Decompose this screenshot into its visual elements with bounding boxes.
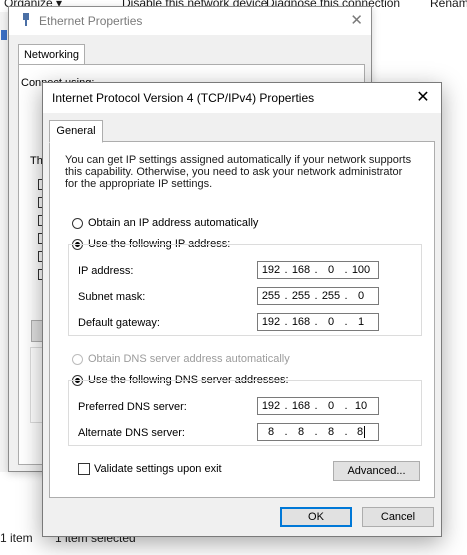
dialog-titlebar: Internet Protocol Version 4 (TCP/IPv4) P… bbox=[43, 83, 441, 113]
close-icon[interactable]: ✕ bbox=[412, 87, 434, 107]
octet: 8 bbox=[267, 426, 275, 438]
advanced-button[interactable]: Advanced... bbox=[333, 461, 420, 481]
dialog-title: Internet Protocol Version 4 (TCP/IPv4) P… bbox=[52, 91, 315, 105]
octet: 8 bbox=[327, 426, 335, 438]
close-icon[interactable]: ✕ bbox=[350, 11, 363, 29]
ip-settings-group: IP address: 192. 168. 0. 100 Subnet mask… bbox=[68, 244, 422, 336]
text-caret bbox=[364, 426, 366, 439]
ip-address-label: IP address: bbox=[78, 265, 134, 277]
ok-button[interactable]: OK bbox=[280, 507, 352, 527]
subnet-mask-field[interactable]: 255. 255. 255. 0 bbox=[257, 287, 379, 305]
octet: 168 bbox=[291, 400, 311, 412]
tab-networking[interactable]: Networking bbox=[18, 44, 85, 65]
ethernet-icon bbox=[23, 13, 29, 26]
default-gateway-label: Default gateway: bbox=[78, 317, 160, 329]
intro-text: You can get IP settings assigned automat… bbox=[65, 154, 412, 190]
obtain-ip-auto-radio[interactable]: Obtain an IP address automatically bbox=[72, 217, 258, 229]
octet: 0 bbox=[327, 316, 335, 328]
ipv4-properties-dialog: Internet Protocol Version 4 (TCP/IPv4) P… bbox=[42, 82, 442, 537]
components-label: Th bbox=[30, 155, 43, 167]
validate-settings-checkbox[interactable]: Validate settings upon exit bbox=[78, 463, 222, 475]
obtain-dns-auto-radio[interactable]: Obtain DNS server address automatically bbox=[72, 353, 290, 365]
octet: 10 bbox=[354, 400, 368, 412]
octet: 192 bbox=[261, 400, 281, 412]
obtain-ip-auto-label: Obtain an IP address automatically bbox=[88, 217, 259, 229]
status-item-count: 1 item bbox=[0, 531, 33, 545]
octet: 0 bbox=[357, 290, 365, 302]
octet: 255 bbox=[261, 290, 281, 302]
preferred-dns-label: Preferred DNS server: bbox=[78, 401, 187, 413]
octet: 192 bbox=[261, 264, 281, 276]
octet: 1 bbox=[357, 316, 365, 328]
general-tab-panel: You can get IP settings assigned automat… bbox=[49, 141, 435, 498]
octet: 255 bbox=[291, 290, 311, 302]
octet: 168 bbox=[291, 264, 311, 276]
radio-unchecked-icon bbox=[72, 217, 83, 229]
radio-unchecked-icon bbox=[72, 353, 83, 365]
tab-general[interactable]: General bbox=[49, 120, 103, 143]
ethernet-window-title: Ethernet Properties bbox=[39, 14, 143, 28]
default-gateway-field[interactable]: 192. 168. 0. 1 bbox=[257, 313, 379, 331]
dns-settings-group: Preferred DNS server: 192. 168. 0. 10 Al… bbox=[68, 380, 422, 446]
octet: 100 bbox=[351, 264, 371, 276]
octet: 8 bbox=[356, 425, 366, 439]
octet: 255 bbox=[321, 290, 341, 302]
octet: 192 bbox=[261, 316, 281, 328]
checkbox-unchecked-icon bbox=[78, 463, 90, 475]
octet: 168 bbox=[291, 316, 311, 328]
subnet-mask-label: Subnet mask: bbox=[78, 291, 146, 303]
obtain-dns-auto-label: Obtain DNS server address automatically bbox=[88, 353, 290, 365]
alternate-dns-label: Alternate DNS server: bbox=[78, 427, 185, 439]
octet: 0 bbox=[327, 264, 335, 276]
octet: 0 bbox=[327, 400, 335, 412]
cancel-button[interactable]: Cancel bbox=[362, 507, 434, 527]
ip-address-field[interactable]: 192. 168. 0. 100 bbox=[257, 261, 379, 279]
validate-settings-label: Validate settings upon exit bbox=[94, 463, 222, 475]
octet: 8 bbox=[297, 426, 305, 438]
preferred-dns-field[interactable]: 192. 168. 0. 10 bbox=[257, 397, 379, 415]
network-folder-icon bbox=[1, 30, 7, 40]
rename-button[interactable]: Renam bbox=[430, 0, 467, 10]
ethernet-titlebar: Ethernet Properties ✕ bbox=[9, 7, 371, 35]
alternate-dns-field[interactable]: 8. 8. 8. 8 bbox=[257, 423, 379, 441]
